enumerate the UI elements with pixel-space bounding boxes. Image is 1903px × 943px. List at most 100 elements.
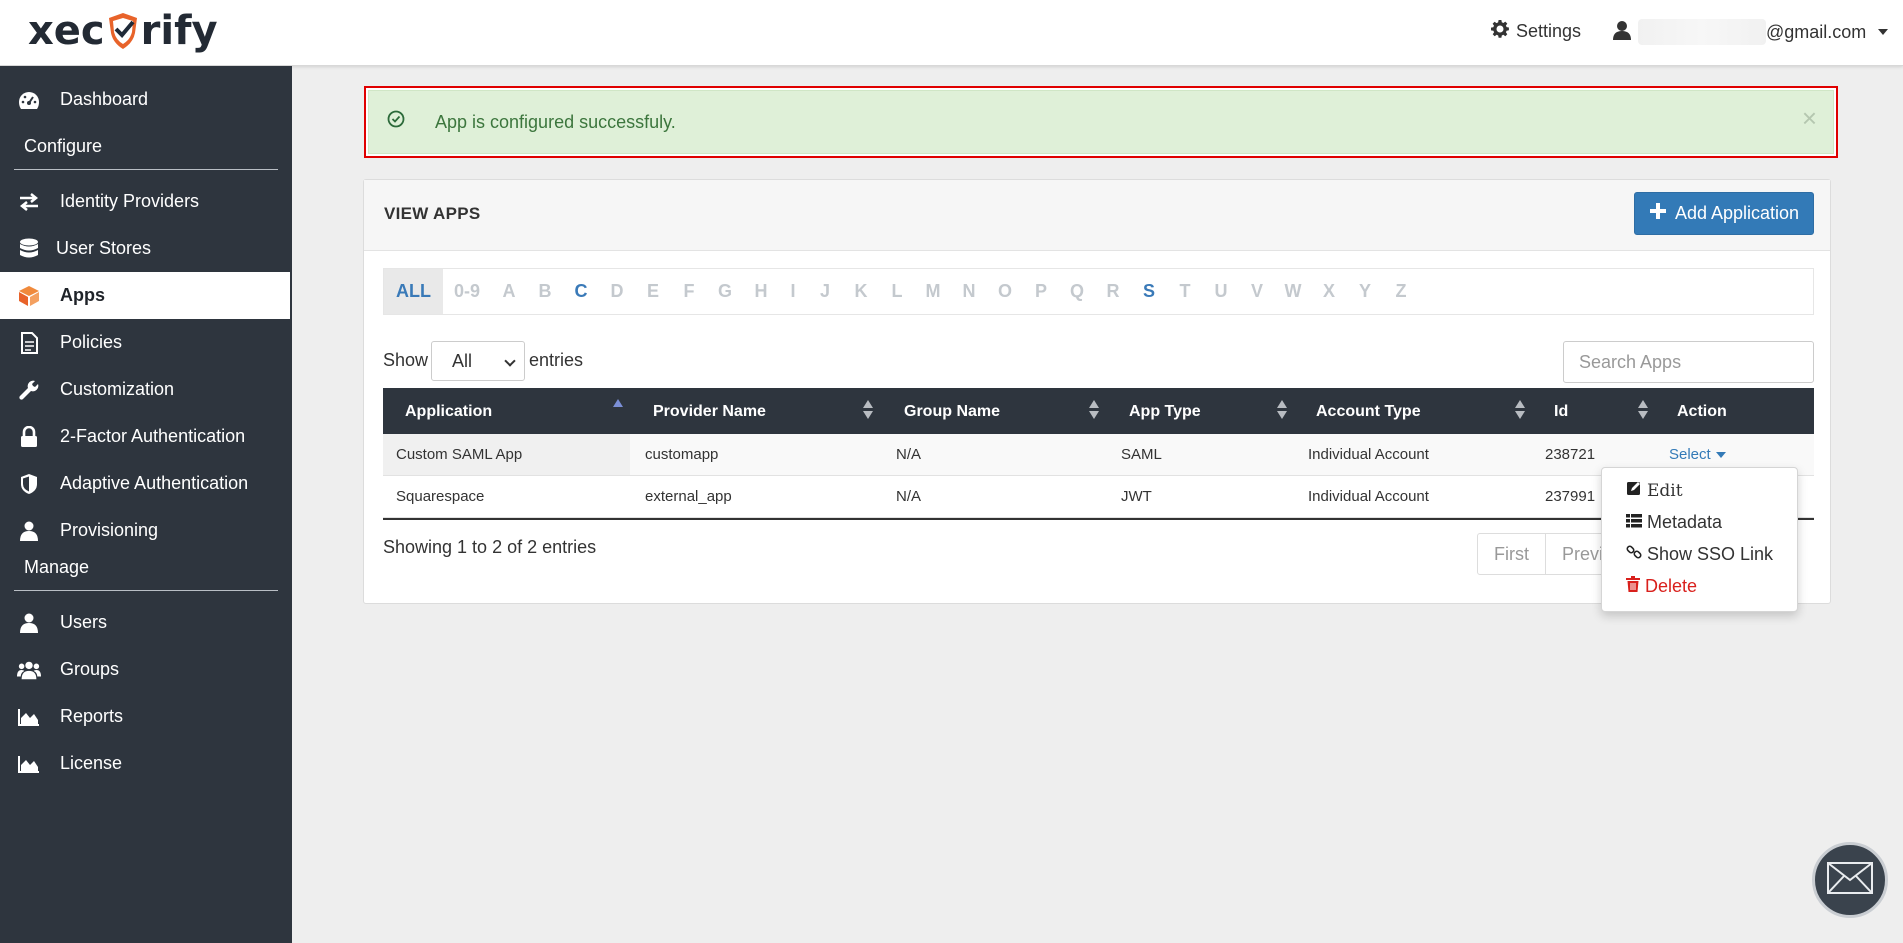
alpha-filter-all[interactable]: ALL — [384, 269, 443, 314]
alpha-filter-p[interactable]: P — [1023, 281, 1059, 302]
alpha-filter-h[interactable]: H — [743, 281, 779, 302]
col-id[interactable]: Id — [1554, 403, 1568, 421]
area-chart-icon — [17, 705, 41, 729]
cell-group-name: N/A — [896, 488, 922, 505]
col-app-type[interactable]: App Type — [1129, 403, 1201, 421]
alpha-filter-q[interactable]: Q — [1059, 281, 1095, 302]
col-account-type[interactable]: Account Type — [1316, 403, 1421, 421]
alpha-filter-o[interactable]: O — [987, 281, 1023, 302]
section-divider — [14, 590, 278, 591]
section-divider — [14, 169, 278, 170]
gear-icon — [1490, 19, 1510, 44]
logo-shield-icon — [106, 11, 140, 51]
alphabet-filter: ALL 0-9 A B C D E F G H I J K L M N O P … — [383, 268, 1814, 315]
showing-entries-info: Showing 1 to 2 of 2 entries — [383, 537, 597, 557]
table-row: Squarespace external_app N/A JWT Individ… — [383, 476, 1814, 518]
alpha-filter-t[interactable]: T — [1167, 281, 1203, 302]
action-select-dropdown[interactable]: Select — [1669, 446, 1726, 463]
search-apps-input[interactable]: Search Apps — [1563, 341, 1814, 383]
alpha-filter-i[interactable]: I — [779, 281, 807, 302]
alpha-filter-j[interactable]: J — [807, 281, 843, 302]
user-menu[interactable]: @gmail.com — [1612, 19, 1889, 45]
alpha-filter-k[interactable]: K — [843, 281, 879, 302]
pagination: First Previo — [1477, 533, 1621, 575]
database-icon — [17, 237, 41, 261]
logo-text-left: xec — [28, 8, 105, 54]
menu-item-edit[interactable]: Edit — [1626, 480, 1683, 501]
sort-icon — [863, 400, 873, 420]
alpha-filter-w[interactable]: W — [1275, 281, 1311, 302]
sidebar-item-groups[interactable]: Groups — [0, 646, 290, 693]
alpha-filter-c[interactable]: C — [563, 281, 599, 302]
alpha-filter-f[interactable]: F — [671, 281, 707, 302]
sidebar-item-dashboard[interactable]: Dashboard — [0, 76, 290, 123]
sidebar-item-label: Users — [60, 612, 108, 632]
settings-link[interactable]: Settings — [1490, 19, 1581, 44]
alpha-filter-y[interactable]: Y — [1347, 281, 1383, 302]
menu-item-metadata[interactable]: Metadata — [1626, 512, 1722, 533]
col-provider-name[interactable]: Provider Name — [653, 403, 766, 421]
alpha-filter-r[interactable]: R — [1095, 281, 1131, 302]
cell-application: Squarespace — [396, 488, 485, 505]
alpha-filter-v[interactable]: V — [1239, 281, 1275, 302]
cell-account-type: Individual Account — [1308, 446, 1429, 463]
menu-item-label: Delete — [1645, 576, 1698, 596]
entries-select-value: All — [452, 351, 473, 371]
alpha-filter-n[interactable]: N — [951, 281, 987, 302]
entries-label: entries — [529, 350, 584, 370]
menu-item-show-sso-link[interactable]: Show SSO Link — [1626, 544, 1773, 565]
alpha-filter-l[interactable]: L — [879, 281, 915, 302]
brand-logo[interactable]: xec rify — [28, 8, 218, 54]
alpha-filter-z[interactable]: Z — [1383, 281, 1419, 302]
sidebar-item-label: Groups — [60, 659, 120, 679]
sidebar-item-users[interactable]: Users — [0, 599, 290, 646]
settings-label: Settings — [1516, 21, 1582, 41]
alpha-filter-g[interactable]: G — [707, 281, 743, 302]
cell-provider-name: external_app — [645, 488, 732, 505]
sidebar-item-adaptive-auth[interactable]: Adaptive Authentication — [0, 460, 290, 507]
menu-item-label: Edit — [1647, 480, 1683, 501]
alpha-filter-e[interactable]: E — [635, 281, 671, 302]
close-icon[interactable]: × — [1802, 105, 1817, 131]
sidebar-item-identity-providers[interactable]: Identity Providers — [0, 178, 290, 225]
alpha-filter-d[interactable]: D — [599, 281, 635, 302]
check-circle-icon — [387, 110, 405, 133]
sidebar-item-label: Reports — [60, 706, 124, 726]
alert-highlight-frame: App is configured successfuly. × — [364, 86, 1838, 158]
sidebar-item-policies[interactable]: Policies — [0, 319, 290, 366]
section-configure: Configure — [24, 136, 103, 156]
exchange-icon — [17, 190, 41, 214]
cell-id: 237991 — [1545, 488, 1596, 505]
pager-first[interactable]: First — [1478, 534, 1546, 574]
sidebar-item-2fa[interactable]: 2-Factor Authentication — [0, 413, 290, 460]
alpha-filter-m[interactable]: M — [915, 281, 951, 302]
sort-icon — [1277, 400, 1287, 420]
alpha-filter-s[interactable]: S — [1131, 281, 1167, 302]
sidebar-item-apps[interactable]: Apps — [0, 272, 290, 319]
contact-support-button[interactable] — [1812, 842, 1888, 918]
table-bottom-border — [383, 518, 1814, 520]
alpha-filter-x[interactable]: X — [1311, 281, 1347, 302]
alpha-filter-b[interactable]: B — [527, 281, 563, 302]
cube-icon — [17, 284, 41, 308]
menu-item-delete[interactable]: Delete — [1626, 576, 1697, 597]
envelope-icon — [1827, 861, 1873, 899]
caret-down-icon — [1715, 452, 1726, 459]
sidebar-item-provisioning[interactable]: Provisioning — [0, 507, 290, 554]
alpha-filter-a[interactable]: A — [491, 281, 527, 302]
col-application[interactable]: Application — [405, 403, 492, 421]
alpha-filter-0-9[interactable]: 0-9 — [443, 281, 491, 302]
action-dropdown-menu: Edit Metadata Show SSO Link Delete — [1601, 467, 1798, 612]
sidebar-item-license[interactable]: License — [0, 740, 290, 787]
sidebar-item-label: License — [60, 753, 123, 773]
add-application-button[interactable]: Add Application — [1634, 192, 1814, 235]
sidebar-item-user-stores[interactable]: User Stores — [0, 225, 290, 272]
sidebar-item-reports[interactable]: Reports — [0, 693, 290, 740]
sidebar-item-label: Provisioning — [60, 520, 159, 540]
sort-icon — [1089, 400, 1099, 420]
entries-select[interactable]: All — [431, 341, 525, 381]
menu-item-label: Metadata — [1647, 512, 1723, 532]
sidebar-item-customization[interactable]: Customization — [0, 366, 290, 413]
alpha-filter-u[interactable]: U — [1203, 281, 1239, 302]
col-group-name[interactable]: Group Name — [904, 403, 1000, 421]
